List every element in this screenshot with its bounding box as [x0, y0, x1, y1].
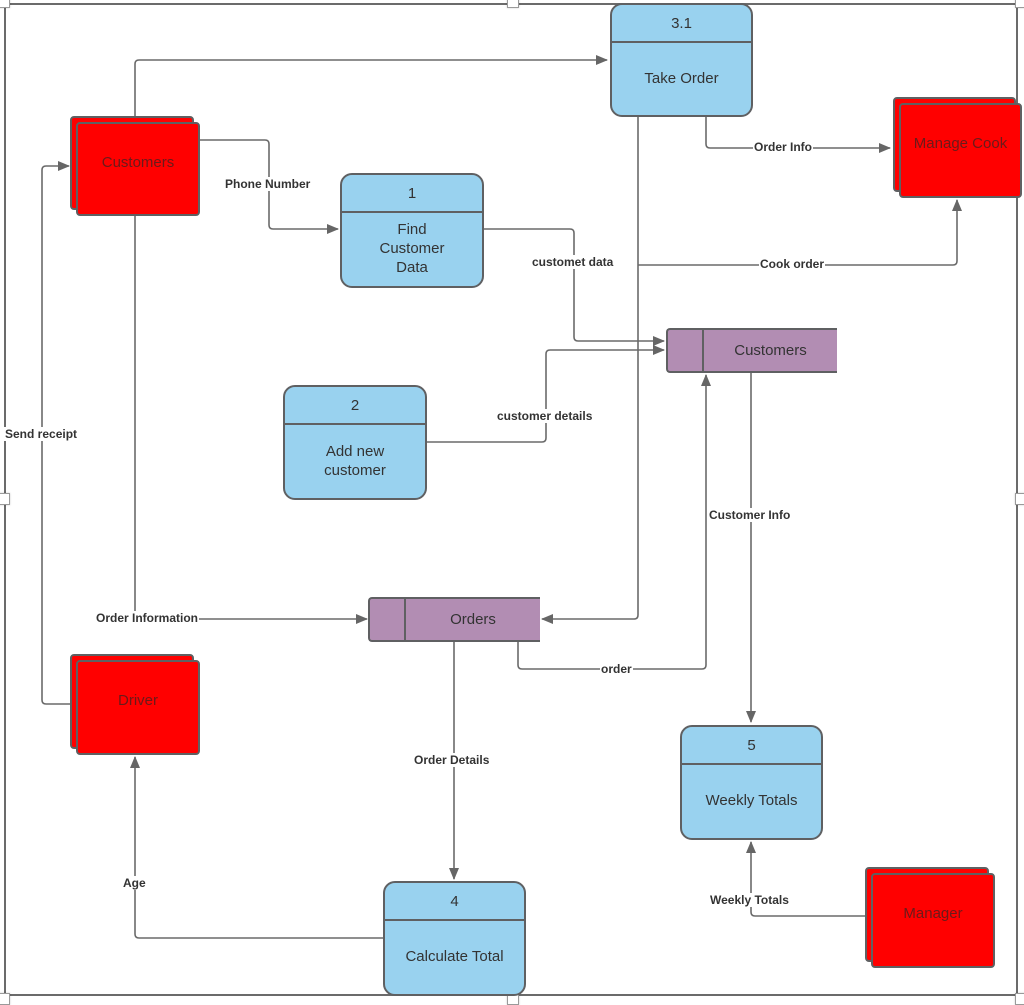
- flow-label-order-details: Order Details: [413, 753, 491, 767]
- flow-label-cook-order: Cook order: [759, 257, 826, 271]
- process-take-order[interactable]: 3.1 Take Order: [610, 3, 753, 117]
- entity-name: Manager: [903, 905, 963, 922]
- process-name: Add new customer: [324, 442, 386, 479]
- flow-customer-details[interactable]: [426, 345, 665, 443]
- process-name: Take Order: [644, 69, 719, 87]
- process-name: Calculate Total: [405, 948, 504, 965]
- store-orders[interactable]: Orders: [368, 597, 540, 642]
- entity-manager[interactable]: Manager: [865, 867, 995, 968]
- process-find-customer-data[interactable]: 1 Find Customer Data: [340, 173, 484, 288]
- process-name: Find Customer Data: [379, 221, 445, 276]
- flow-label-customer-info: Customer Info: [708, 508, 792, 522]
- entity-name: Driver: [118, 692, 158, 709]
- flow-label-order: order: [600, 662, 633, 676]
- store-name: Customers: [734, 342, 807, 359]
- store-customers[interactable]: Customers: [666, 328, 837, 373]
- flow-label-order-info: Order Info: [753, 140, 814, 154]
- process-id: 4: [385, 883, 524, 921]
- flow-label-weekly-totals: Weekly Totals: [709, 893, 790, 907]
- flow-take-order-to-orders[interactable]: [541, 117, 639, 624]
- process-id: 2: [285, 387, 425, 425]
- flow-label-customer-details: customer details: [496, 409, 594, 423]
- store-name: Orders: [450, 611, 496, 628]
- flow-customet-data[interactable]: [484, 228, 665, 346]
- flow-label-send-receipt: Send receipt: [4, 427, 79, 441]
- process-add-new-customer[interactable]: 2 Add new customer: [283, 385, 427, 500]
- flow-label-customet-data: customet data: [531, 255, 615, 269]
- process-id: 5: [682, 727, 821, 765]
- flow-label-phone-number: Phone Number: [224, 177, 312, 191]
- process-id: 1: [342, 175, 482, 213]
- process-id: 3.1: [612, 5, 751, 43]
- entity-customers[interactable]: Customers: [70, 116, 200, 216]
- process-weekly-totals[interactable]: 5 Weekly Totals: [680, 725, 823, 840]
- entity-name: Customers: [101, 153, 175, 171]
- entity-manage-cook[interactable]: Manage Cook: [893, 97, 1022, 198]
- entity-driver[interactable]: Driver: [70, 654, 200, 755]
- process-name: Weekly Totals: [705, 792, 798, 809]
- flow-customers-to-take-order[interactable]: [134, 55, 608, 117]
- flow-label-order-information: Order Information: [95, 611, 200, 625]
- entity-name: Manage Cook: [913, 135, 1008, 152]
- process-calculate-total[interactable]: 4 Calculate Total: [383, 881, 526, 996]
- flow-cook-order[interactable]: [638, 199, 962, 266]
- diagram-canvas: 3.1 Take Order 1 Find Customer Data 2 Ad…: [0, 0, 1024, 1005]
- flow-age[interactable]: [130, 756, 383, 939]
- flow-label-age: Age: [122, 876, 147, 890]
